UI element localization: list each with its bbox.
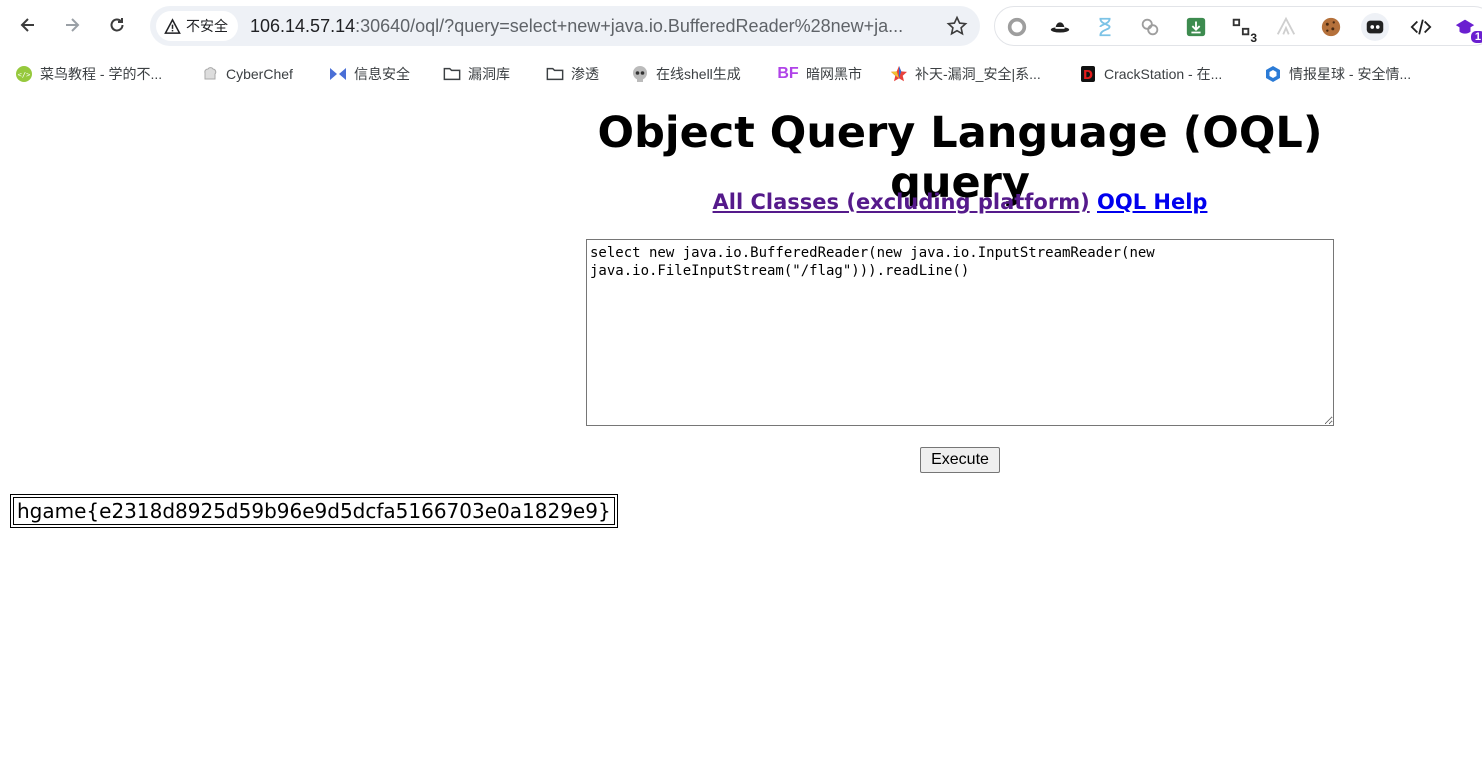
bookmark-cyberchef[interactable]: CyberChef [201,60,293,88]
oql-help-link[interactable]: OQL Help [1097,190,1207,214]
reload-button[interactable] [101,8,133,42]
execute-button[interactable]: Execute [920,447,1000,473]
bowtie-icon [329,65,347,83]
result-table: hgame{e2318d8925d59b96e9d5dcfa5166703e0a… [10,494,618,528]
bookmark-label: 菜鸟教程 - 学的不... [40,66,163,82]
arrow-left-icon [20,18,34,32]
bookmarks-bar: </> 菜鸟教程 - 学的不... CyberChef 信息安全 漏洞库 渗透 … [0,60,1482,88]
runoob-icon: </> [15,65,33,83]
bookmark-label: 情报星球 - 安全情... [1289,66,1412,82]
security-indicator[interactable]: 不安全 [156,11,238,41]
bookmark-threat-intel[interactable]: 情报星球 - 安全情... [1264,60,1411,88]
extension-triangle-icon[interactable] [1272,13,1300,41]
bookmark-star-icon[interactable] [946,15,968,37]
extension-mask-icon[interactable] [1361,13,1389,41]
reload-icon [110,18,124,32]
extension-hourglass-icon[interactable] [1091,13,1119,41]
bookmark-folder-pentest[interactable]: 渗透 [546,60,599,88]
extension-code-icon[interactable] [1407,13,1435,41]
query-textarea[interactable]: select new java.io.BufferedReader(new ja… [586,239,1334,426]
bookmark-infosec[interactable]: 信息安全 [329,60,410,88]
url-path: :30640/oql/?query=select+new+java.io.Buf… [355,16,904,36]
bookmark-label: 暗网黑市 [806,66,862,82]
url-host: 106.14.57.14 [250,16,356,36]
bookmark-label: 渗透 [571,66,599,82]
url-text[interactable]: 106.14.57.14:30640/oql/?query=select+new… [250,16,940,37]
bookmark-runoob[interactable]: </> 菜鸟教程 - 学的不... [15,60,162,88]
crackstation-icon: D [1079,65,1097,83]
hexagon-icon [1264,65,1282,83]
all-classes-link[interactable]: All Classes (excluding platform) [713,190,1090,214]
bookmark-label: CrackStation - 在... [1104,66,1223,82]
skull-icon [631,65,649,83]
chef-hat-icon [201,65,219,83]
extension-badge: 3 [1250,31,1257,45]
svg-text:</>: </> [18,71,31,79]
warning-triangle-icon [164,17,181,34]
extension-cookie-icon[interactable] [1317,13,1345,41]
result-cell: hgame{e2318d8925d59b96e9d5dcfa5166703e0a… [13,497,615,525]
extension-download-icon[interactable] [1182,13,1210,41]
browser-toolbar: 不安全 106.14.57.14:30640/oql/?query=select… [0,0,1482,52]
bookmark-butian[interactable]: 补天-漏洞_安全|系... [890,60,1041,88]
bookmark-shell-gen[interactable]: 在线shell生成 [631,60,741,88]
extension-hat-icon[interactable] [1046,13,1074,41]
nav-links: All Classes (excluding platform) OQL Hel… [586,190,1334,214]
butian-star-icon [890,65,908,83]
svg-text:D: D [1083,68,1093,82]
bookmark-label: CyberChef [226,66,293,82]
bookmark-label: 在线shell生成 [656,66,741,82]
security-label: 不安全 [186,18,228,34]
folder-icon [546,65,564,83]
extension-link-icon[interactable] [1136,13,1164,41]
bookmark-label: 信息安全 [354,66,410,82]
bf-logo-icon: BF [777,65,799,82]
folder-icon [443,65,461,83]
extensions-area: 3 1 [994,6,1482,46]
forward-button[interactable] [56,8,88,42]
profile-avatar-icon[interactable]: 1 [1451,13,1482,43]
address-bar[interactable]: 不安全 106.14.57.14:30640/oql/?query=select… [150,6,980,46]
extension-proxy-icon[interactable]: 3 [1227,13,1257,45]
extension-circle-icon[interactable] [1003,13,1031,41]
bookmark-label: 漏洞库 [468,66,510,82]
bookmark-folder-vulns[interactable]: 漏洞库 [443,60,510,88]
bookmark-darkweb[interactable]: BF 暗网黑市 [777,60,862,88]
arrow-right-icon [66,18,80,32]
bookmark-crackstation[interactable]: D CrackStation - 在... [1079,60,1222,88]
profile-badge: 1 [1470,31,1482,43]
back-button[interactable] [12,8,44,42]
bookmark-label: 补天-漏洞_安全|系... [915,66,1041,82]
